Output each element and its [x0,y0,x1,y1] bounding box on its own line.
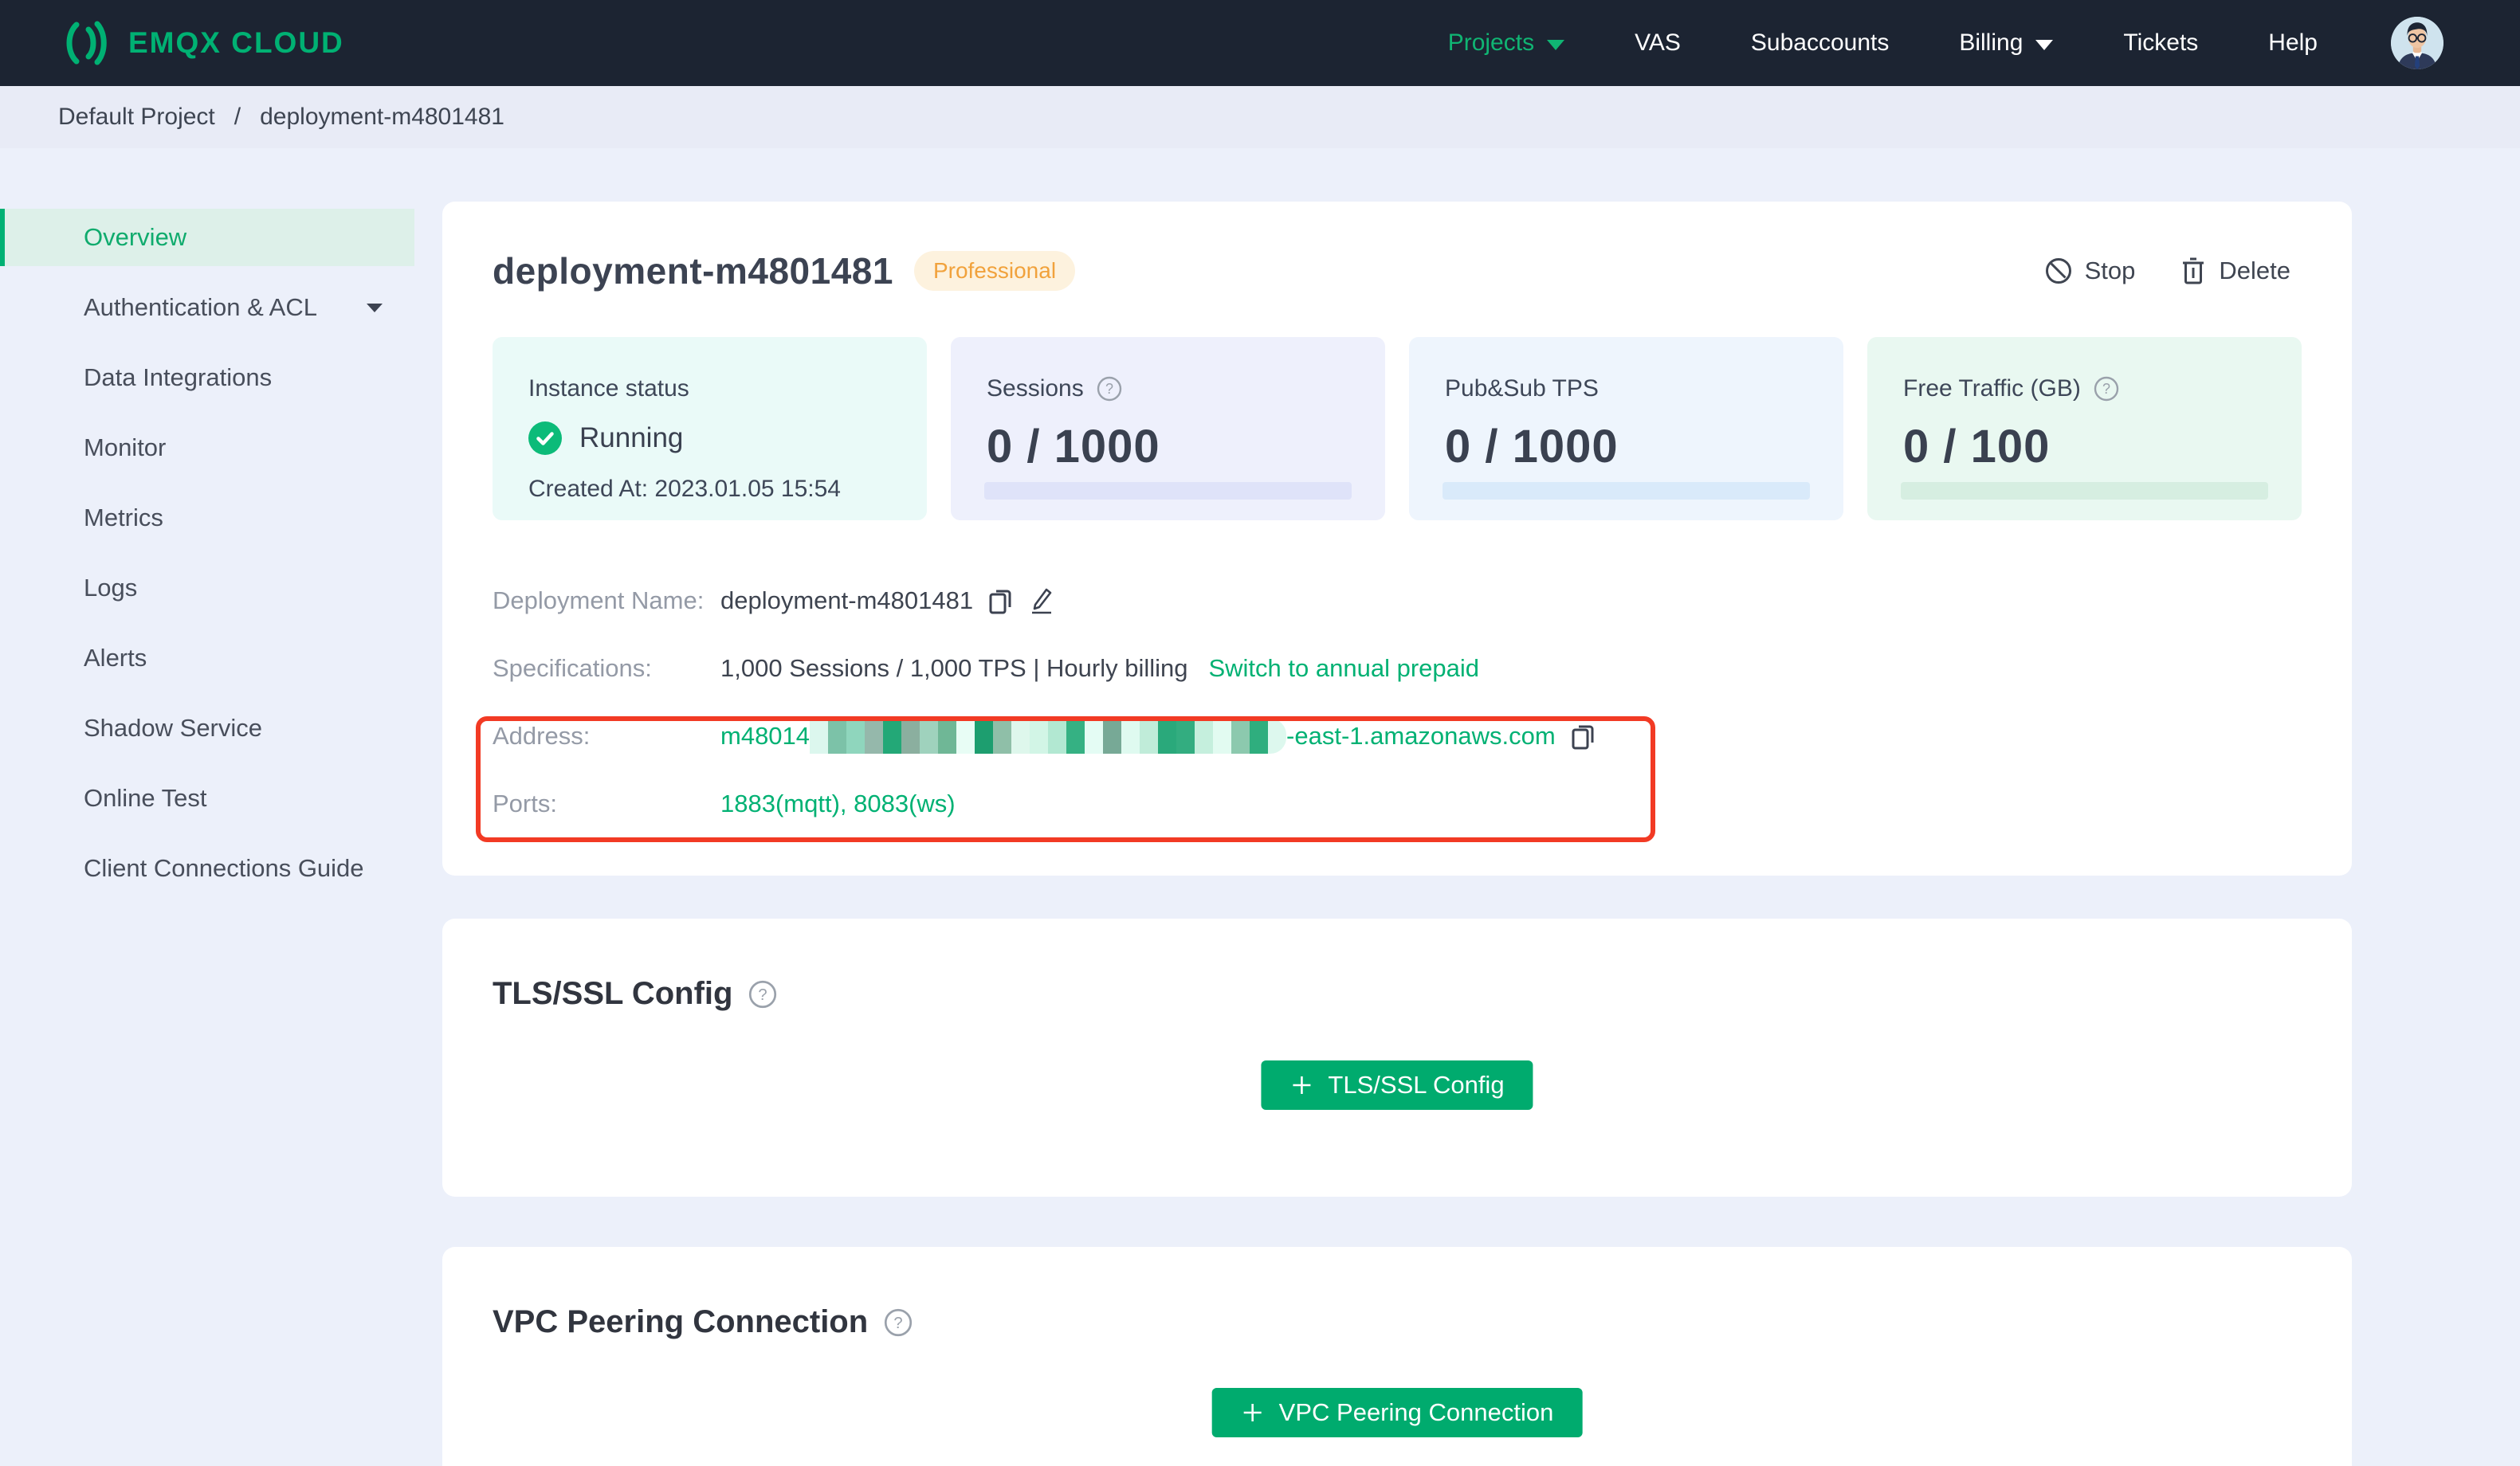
pubsub-tps-card: Pub&Sub TPS 0 / 1000 [1409,337,1843,520]
help-icon[interactable]: ? [884,1308,913,1337]
vpc-peering-card: VPC Peering Connection ? VPC Peering Con… [442,1247,2352,1466]
nav-item-help[interactable]: Help [2268,29,2318,57]
ports-row: Ports: 1883(mqtt), 8083(ws) [493,789,956,817]
chevron-down-icon [1547,39,1565,50]
nav-item-subaccounts[interactable]: Subaccounts [1751,29,1889,57]
created-at: Created At: 2023.01.05 15:54 [528,476,841,502]
page-title: deployment-m4801481 [493,250,893,292]
specifications-row: Specifications: 1,000 Sessions / 1,000 T… [493,653,1479,683]
address-row: Address: m48014 -east-1.amazonaws.com [493,702,2302,770]
add-vpc-peering-button[interactable]: VPC Peering Connection [1211,1388,1583,1437]
breadcrumb-separator: / [234,104,241,130]
stop-button[interactable]: Stop [2044,257,2135,285]
address-prefix: m48014 [720,721,811,750]
trash-icon [2180,257,2207,285]
top-navbar: EMQX CLOUD Projects VAS Subaccounts Bill… [0,0,2520,86]
deployment-overview-card: deployment-m4801481 Professional Stop De… [442,202,2352,876]
sidebar-item-shadow-service[interactable]: Shadow Service [0,700,414,757]
sidebar-item-client-connections-guide[interactable]: Client Connections Guide [0,840,414,897]
check-circle-icon [528,421,562,455]
deployment-name-value: deployment-m4801481 [720,586,974,614]
svg-text:?: ? [2102,381,2110,397]
nav-menu: Projects VAS Subaccounts Billing Tickets… [1448,17,2443,69]
nav-item-billing[interactable]: Billing [1959,29,2054,57]
instance-status-card: Instance status Running Created At: 2023… [493,337,927,520]
emqx-logo-icon [60,18,111,69]
sidebar-item-data-integrations[interactable]: Data Integrations [0,349,414,406]
delete-button[interactable]: Delete [2180,257,2290,285]
breadcrumb: Default Project / deployment-m4801481 [0,86,2520,148]
user-avatar[interactable] [2391,17,2443,69]
app-root: EMQX CLOUD Projects VAS Subaccounts Bill… [0,0,2520,1466]
edit-icon[interactable] [1027,586,1054,615]
address-suffix: -east-1.amazonaws.com [1286,721,1556,750]
help-icon[interactable]: ? [1097,376,1122,402]
plus-icon [1241,1401,1265,1425]
specifications-value: 1,000 Sessions / 1,000 TPS | Hourly bill… [720,653,1188,682]
deployment-name-row: Deployment Name: deployment-m4801481 [493,566,2302,634]
nav-item-tickets[interactable]: Tickets [2123,29,2198,57]
ports-value: 1883(mqtt), 8083(ws) [720,789,956,817]
stat-cards: Instance status Running Created At: 2023… [493,337,2302,520]
tls-section-title: TLS/SSL Config [493,976,733,1011]
chevron-down-icon [367,303,383,312]
sidebar-item-logs[interactable]: Logs [0,559,414,617]
tls-ssl-card: TLS/SSL Config ? TLS/SSL Config [442,919,2352,1197]
plan-badge: Professional [913,251,1076,291]
chevron-down-icon [2035,39,2054,50]
nav-item-projects[interactable]: Projects [1448,29,1565,57]
traffic-progress-bar [1901,482,2268,500]
svg-text:?: ? [894,1314,903,1331]
sessions-progress-bar [984,482,1352,500]
copy-icon[interactable] [1570,722,1596,751]
brand-logo[interactable]: EMQX CLOUD [60,18,344,69]
sidebar-item-authentication-acl[interactable]: Authentication & ACL [0,279,414,336]
sidebar-item-metrics[interactable]: Metrics [0,489,414,547]
svg-text:?: ? [759,986,767,1003]
nav-item-vas[interactable]: VAS [1635,29,1681,57]
switch-annual-prepaid-link[interactable]: Switch to annual prepaid [1208,654,1479,683]
brand-name: EMQX CLOUD [128,26,344,59]
svg-text:?: ? [1105,381,1113,397]
stop-icon [2044,257,2073,285]
sidebar-item-overview[interactable]: Overview [0,209,414,266]
add-tls-ssl-config-button[interactable]: TLS/SSL Config [1261,1060,1533,1110]
sessions-card: Sessions ? 0 / 1000 [951,337,1385,520]
help-icon[interactable]: ? [2094,376,2119,402]
vpc-section-title: VPC Peering Connection [493,1304,869,1339]
help-icon[interactable]: ? [748,980,777,1009]
sidebar-item-monitor[interactable]: Monitor [0,419,414,476]
sidebar: Overview Authentication & ACL Data Integ… [0,148,414,910]
plus-icon [1289,1073,1313,1097]
tps-progress-bar [1443,482,1810,500]
free-traffic-card: Free Traffic (GB) ? 0 / 100 [1867,337,2302,520]
breadcrumb-deployment: deployment-m4801481 [260,104,504,130]
sidebar-item-alerts[interactable]: Alerts [0,629,414,687]
copy-icon[interactable] [987,586,1013,615]
sidebar-item-online-test[interactable]: Online Test [0,770,414,827]
breadcrumb-project[interactable]: Default Project [58,104,215,131]
main-content: deployment-m4801481 Professional Stop De… [442,202,2352,1466]
address-redacted [810,718,1287,754]
deployment-details: Deployment Name: deployment-m4801481 Spe… [493,566,2302,837]
status-text: Running [579,422,684,453]
